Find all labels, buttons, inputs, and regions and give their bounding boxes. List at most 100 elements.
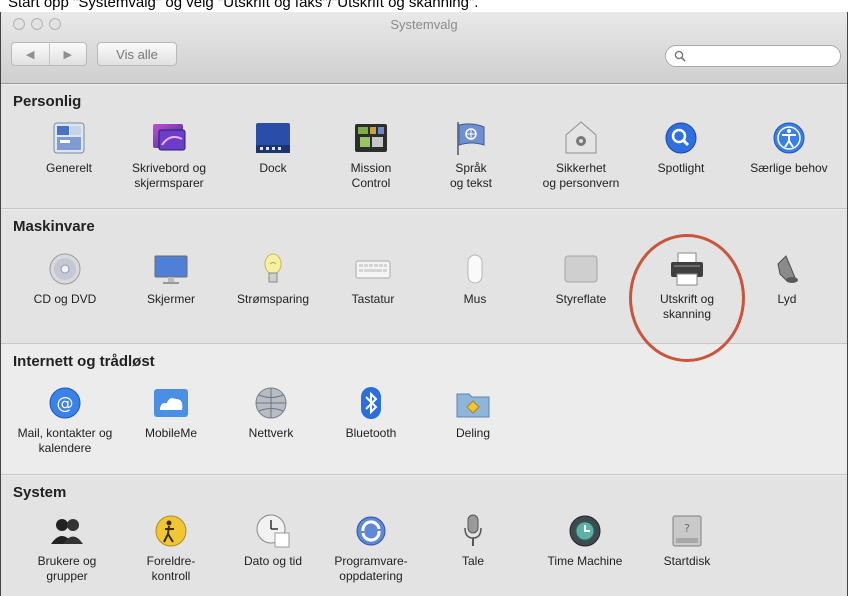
accessibility-icon <box>773 122 805 154</box>
pref-keyboard[interactable]: Tastatur <box>323 250 423 307</box>
pref-mobileme-label: MobileMe <box>144 426 198 440</box>
pref-cd-dvd[interactable]: CD og DVD <box>15 250 115 307</box>
pref-software-update-label: Programvare- oppdatering <box>334 554 408 583</box>
pref-trackpad-label: Styreflate <box>555 292 607 306</box>
pref-sharing[interactable]: Deling <box>423 384 523 441</box>
general-icon <box>53 122 85 154</box>
svg-text:?: ? <box>684 522 690 535</box>
back-button[interactable]: ◀ <box>12 43 49 65</box>
svg-text:@: @ <box>57 394 74 414</box>
pref-security-label: Sikkerhet og personvern <box>542 161 620 190</box>
section-title-hardware: Maskinvare <box>13 218 95 235</box>
pref-users-groups[interactable]: Brukere og grupper <box>17 512 117 584</box>
startup-disk-icon: ? <box>672 515 702 547</box>
pref-mission-control-label: Mission Control <box>350 161 392 190</box>
pref-speech-label: Tale <box>461 554 484 568</box>
pref-mouse-label: Mus <box>463 292 487 306</box>
pref-time-machine[interactable]: Time Machine <box>535 512 635 569</box>
pref-sound[interactable]: Lyd <box>737 250 837 307</box>
pref-trackpad[interactable]: Styreflate <box>531 250 631 307</box>
pref-mission-control[interactable]: Mission Control <box>321 119 421 191</box>
pref-mobileme[interactable]: MobileMe <box>121 384 221 441</box>
sharing-icon <box>456 393 490 418</box>
pref-spotlight-label: Spotlight <box>657 161 705 175</box>
back-forward-group: ◀ ▶ <box>11 42 87 66</box>
search-input[interactable] <box>690 49 830 63</box>
desktop-screensaver-icon <box>153 124 186 151</box>
pref-print-scan[interactable]: Utskrift og skanning <box>637 250 737 322</box>
mobileme-icon <box>154 389 188 417</box>
keyboard-icon <box>355 260 391 279</box>
mail-contacts-icon: @ <box>49 387 81 419</box>
language-text-icon <box>457 122 485 155</box>
window-title: Systemvalg <box>390 17 458 32</box>
section-title-internet: Internett og trådløst <box>13 353 155 370</box>
pref-keyboard-label: Tastatur <box>351 292 395 306</box>
pref-dock-label: Dock <box>259 161 287 175</box>
pref-desktop-screensaver[interactable]: Skrivebord og skjermsparer <box>119 119 219 191</box>
pref-displays[interactable]: Skjermer <box>121 250 221 307</box>
toolbar: Systemvalg ◀ ▶ Vis alle <box>1 12 847 84</box>
pref-security[interactable]: Sikkerhet og personvern <box>531 119 631 191</box>
pref-time-machine-label: Time Machine <box>547 554 623 568</box>
pref-general[interactable]: Generelt <box>19 119 119 176</box>
pref-energy-saver[interactable]: Strømsparing <box>223 250 323 307</box>
dock-icon <box>256 123 290 153</box>
forward-button[interactable]: ▶ <box>48 43 87 65</box>
pref-cd-dvd-label: CD og DVD <box>33 292 97 306</box>
pref-accessibility-label: Særlige behov <box>750 161 828 175</box>
cd-dvd-icon <box>49 253 81 285</box>
pref-parental-controls[interactable]: Foreldre- kontroll <box>121 512 221 584</box>
pref-mail-contacts-label: Mail, kontakter og kalendere <box>17 426 113 455</box>
pref-speech[interactable]: Tale <box>423 512 523 569</box>
pref-sharing-label: Deling <box>455 426 491 440</box>
displays-icon <box>154 255 188 284</box>
energy-saver-icon <box>264 253 282 283</box>
printer-icon <box>671 252 703 286</box>
pref-spotlight[interactable]: Spotlight <box>631 119 731 176</box>
trackpad-icon <box>564 255 598 283</box>
pref-bluetooth[interactable]: Bluetooth <box>321 384 421 441</box>
parental-controls-icon <box>155 515 187 547</box>
pref-date-time[interactable]: Dato og tid <box>223 512 323 569</box>
pref-bluetooth-label: Bluetooth <box>345 426 397 440</box>
pref-general-label: Generelt <box>45 161 93 175</box>
pref-print-scan-label: Utskrift og skanning <box>659 292 714 321</box>
pref-startup-disk-label: Startdisk <box>663 554 711 568</box>
pref-mail-contacts[interactable]: @ Mail, kontakter og kalendere <box>15 384 115 456</box>
show-all-button[interactable]: Vis alle <box>97 42 177 66</box>
speech-icon <box>464 514 482 546</box>
pref-desktop-screensaver-label: Skrivebord og skjermsparer <box>131 161 207 190</box>
pref-users-groups-label: Brukere og grupper <box>37 554 97 583</box>
security-icon <box>565 121 597 154</box>
bluetooth-icon <box>361 387 381 419</box>
pref-mouse[interactable]: Mus <box>425 250 525 307</box>
spotlight-icon <box>665 122 697 154</box>
pref-sound-label: Lyd <box>777 292 797 306</box>
time-machine-icon <box>569 515 601 547</box>
pref-network-label: Nettverk <box>248 426 294 440</box>
pref-startup-disk[interactable]: ? Startdisk <box>637 512 737 569</box>
section-title-personal: Personlig <box>13 93 82 110</box>
pref-displays-label: Skjermer <box>146 292 195 306</box>
section-title-system: System <box>13 484 67 501</box>
sound-icon <box>777 255 798 283</box>
pref-language-text-label: Språk og tekst <box>449 161 493 190</box>
mission-control-icon <box>355 124 387 152</box>
search-field[interactable] <box>665 45 841 67</box>
system-preferences-window: Systemvalg ◀ ▶ Vis alle Personlig Maskin… <box>0 12 848 596</box>
pref-energy-saver-label: Strømsparing <box>236 292 310 306</box>
pref-accessibility[interactable]: Særlige behov <box>739 119 839 176</box>
pref-parental-controls-label: Foreldre- kontroll <box>146 554 196 583</box>
pref-software-update[interactable]: Programvare- oppdatering <box>321 512 421 584</box>
mouse-icon <box>467 254 483 284</box>
software-update-icon <box>356 516 386 546</box>
date-time-icon <box>256 514 290 548</box>
network-icon <box>255 387 287 419</box>
pref-network[interactable]: Nettverk <box>221 384 321 441</box>
search-icon <box>674 50 686 62</box>
pref-dock[interactable]: Dock <box>223 119 323 176</box>
pref-date-time-label: Dato og tid <box>243 554 303 568</box>
users-groups-icon <box>51 519 83 544</box>
pref-language-text[interactable]: Språk og tekst <box>421 119 521 191</box>
